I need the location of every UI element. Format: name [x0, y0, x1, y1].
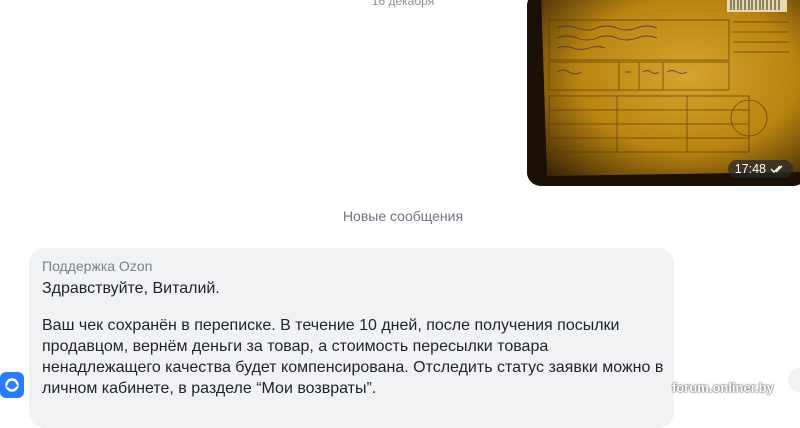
watermark: forum.onliner.by: [672, 380, 774, 395]
double-check-icon: [770, 165, 783, 173]
message-greeting: Здравствуйте, Виталий.: [42, 280, 220, 297]
message-sender: Поддержка Ozon: [42, 258, 153, 274]
ozon-logo-icon: [5, 378, 19, 392]
message-time: 17:48: [734, 162, 766, 176]
message-body: Ваш чек сохранён в переписке. В течение …: [42, 317, 664, 397]
message-time-badge: 17:48: [727, 160, 793, 178]
support-message: Поддержка Ozon Здравствуйте, Виталий. Ва…: [29, 248, 674, 428]
ozon-avatar: [0, 372, 24, 398]
photo-message[interactable]: 17:48: [527, 0, 800, 186]
scroll-down-button[interactable]: [788, 368, 800, 392]
new-messages-divider: Новые сообщения: [342, 208, 464, 224]
receipt-photo[interactable]: [527, 0, 800, 186]
